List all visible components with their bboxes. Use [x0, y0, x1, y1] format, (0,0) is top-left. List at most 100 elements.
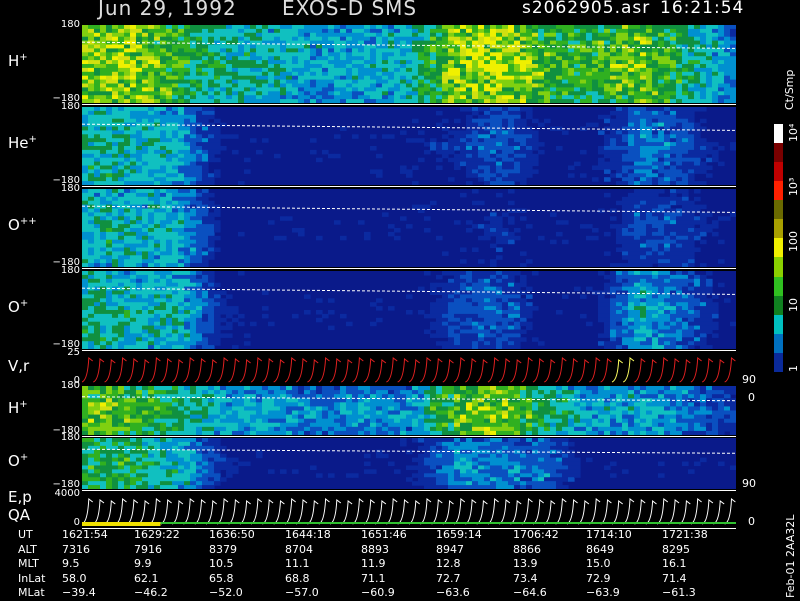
- heat-cell: [688, 158, 695, 163]
- heat-cell: [148, 333, 155, 338]
- heat-cell: [604, 232, 611, 237]
- panel-separator: [82, 186, 736, 187]
- heat-cell: [196, 232, 203, 237]
- heat-cell: [478, 201, 485, 206]
- heat-cell: [622, 224, 629, 229]
- heat-cell: [676, 150, 683, 155]
- heat-cell: [88, 158, 95, 163]
- heat-cell: [670, 48, 677, 53]
- heat-cell: [166, 107, 173, 112]
- heat-cell: [220, 72, 227, 77]
- heat-cell: [154, 162, 161, 167]
- heat-cell: [94, 294, 101, 299]
- heat-cell: [82, 107, 89, 112]
- heat-cell: [490, 326, 497, 331]
- heat-cell: [196, 228, 203, 233]
- heat-cell: [118, 263, 125, 267]
- heat-cell: [172, 111, 179, 116]
- heat-cell: [310, 150, 317, 155]
- heat-cell: [460, 48, 467, 53]
- heat-cell: [502, 306, 509, 311]
- heat-cell: [154, 173, 161, 178]
- heat-cell: [118, 189, 125, 194]
- heat-cell: [202, 119, 209, 124]
- heat-cell: [190, 271, 197, 276]
- heat-cell: [148, 294, 155, 299]
- heat-cell: [442, 84, 449, 89]
- heat-cell: [100, 197, 107, 202]
- heat-cell: [214, 212, 221, 217]
- heat-cell: [424, 41, 431, 46]
- heat-cell: [646, 181, 653, 185]
- heat-cell: [460, 298, 467, 303]
- heat-cell: [466, 345, 473, 349]
- heat-cell: [100, 291, 107, 296]
- heat-cell: [94, 56, 101, 61]
- heat-cell: [718, 146, 725, 151]
- heat-cell: [538, 99, 545, 103]
- heat-cell: [478, 177, 485, 182]
- heat-cell: [454, 64, 461, 69]
- heat-cell: [280, 80, 287, 85]
- heat-cell: [610, 84, 617, 89]
- heat-cell: [676, 41, 683, 46]
- heat-cell: [466, 220, 473, 225]
- heat-cell: [478, 287, 485, 292]
- heat-cell: [328, 25, 335, 30]
- heat-cell: [682, 111, 689, 116]
- heat-cell: [442, 283, 449, 288]
- heat-cell: [496, 169, 503, 174]
- heat-cell: [82, 150, 89, 155]
- heat-cell: [712, 80, 719, 85]
- heat-cell: [610, 123, 617, 128]
- heat-cell: [166, 275, 173, 280]
- heat-cell: [424, 99, 431, 103]
- heat-cell: [82, 345, 89, 349]
- heat-cell: [514, 283, 521, 288]
- heat-cell: [604, 41, 611, 46]
- heat-cell: [694, 72, 701, 77]
- heat-cell: [616, 134, 623, 139]
- heat-cell: [118, 80, 125, 85]
- heat-cell: [406, 25, 413, 30]
- heat-cell: [340, 48, 347, 53]
- heat-cell: [484, 294, 491, 299]
- heat-cell: [364, 29, 371, 34]
- heat-cell: [130, 64, 137, 69]
- heat-cell: [100, 216, 107, 221]
- heat-cell: [532, 29, 539, 34]
- heat-cell: [628, 169, 635, 174]
- heat-cell: [316, 76, 323, 81]
- heat-cell: [544, 37, 551, 42]
- heat-cell: [616, 107, 623, 112]
- heat-cell: [694, 189, 701, 194]
- heat-cell: [604, 150, 611, 155]
- heat-cell: [166, 181, 173, 185]
- heat-cell: [388, 224, 395, 229]
- heat-cell: [388, 68, 395, 73]
- heat-cell: [334, 45, 341, 50]
- heat-cell: [490, 134, 497, 139]
- heat-cell: [394, 52, 401, 57]
- heat-cell: [352, 33, 359, 38]
- heat-cell: [598, 37, 605, 42]
- heat-cell: [514, 330, 521, 335]
- heat-cell: [502, 138, 509, 143]
- heat-cell: [610, 326, 617, 331]
- heat-cell: [490, 169, 497, 174]
- heat-cell: [106, 115, 113, 120]
- heat-cell: [292, 37, 299, 42]
- heat-cell: [82, 228, 89, 233]
- heat-cell: [484, 154, 491, 159]
- heat-cell: [154, 291, 161, 296]
- heat-cell: [442, 33, 449, 38]
- heat-cell: [166, 177, 173, 182]
- heat-cell: [502, 314, 509, 319]
- heat-cell: [526, 68, 533, 73]
- heat-cell: [448, 56, 455, 61]
- heat-cell: [118, 115, 125, 120]
- heat-cell: [634, 251, 641, 256]
- heat-cell: [610, 33, 617, 38]
- heat-cell: [532, 52, 539, 57]
- heat-cell: [262, 48, 269, 53]
